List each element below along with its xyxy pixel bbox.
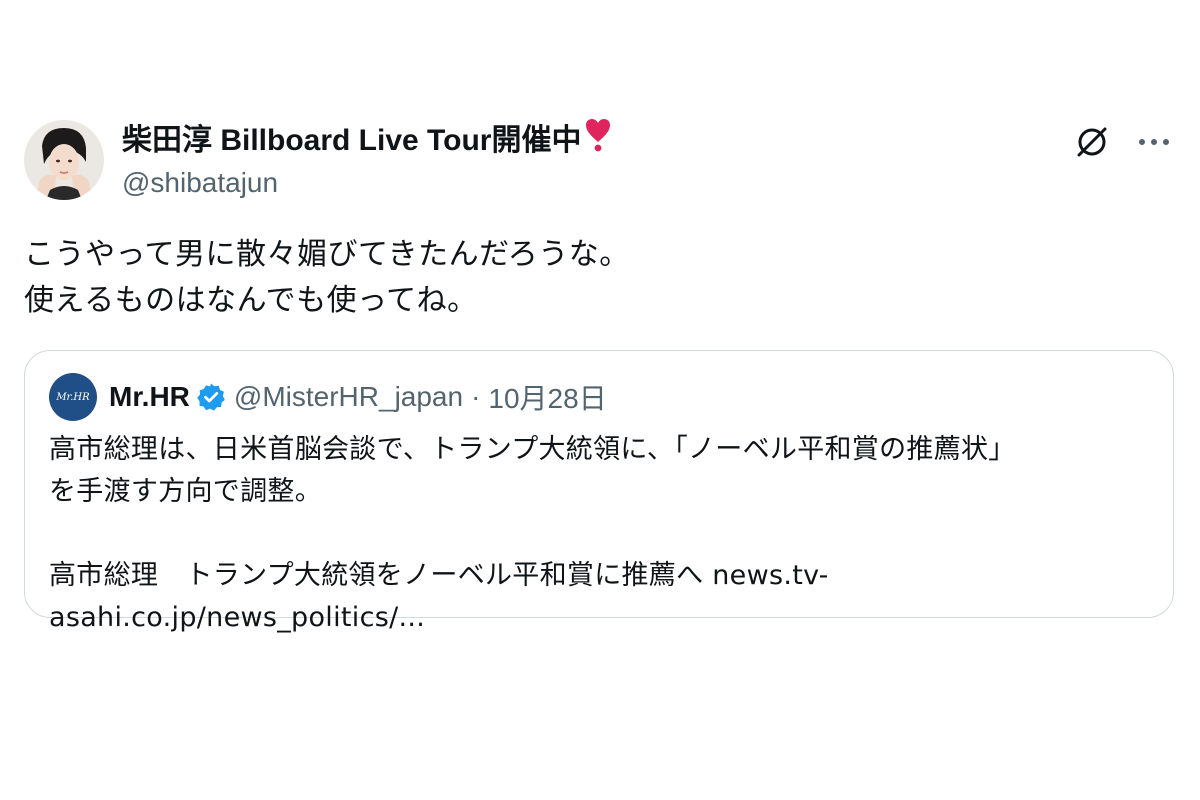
quoted-tweet-header: Mr.HR Mr.HR @MisterHR_japan · 10月28日 bbox=[49, 373, 1149, 421]
avatar[interactable] bbox=[24, 120, 104, 200]
tweet-page: 柴田淳 Billboard Live Tour開催中 @shibatajun こ… bbox=[0, 0, 1200, 800]
heart-exclamation-icon bbox=[585, 118, 611, 163]
tweet: 柴田淳 Billboard Live Tour開催中 @shibatajun こ… bbox=[24, 118, 1174, 633]
tweet-header: 柴田淳 Billboard Live Tour開催中 @shibatajun bbox=[24, 118, 1174, 202]
quoted-tweet-text: 高市総理は、日米首脳会談で、トランプ大統領に、「ノーベル平和賞の推薦状」 を手渡… bbox=[49, 434, 1016, 633]
more-icon[interactable] bbox=[1134, 122, 1174, 162]
quoted-tweet[interactable]: Mr.HR Mr.HR @MisterHR_japan · 10月28日 高市総… bbox=[24, 350, 1174, 633]
author-names: 柴田淳 Billboard Live Tour開催中 @shibatajun bbox=[122, 118, 611, 201]
quoted-date[interactable]: 10月28日 bbox=[488, 377, 606, 417]
tweet-actions bbox=[1072, 122, 1174, 162]
display-name-row[interactable]: 柴田淳 Billboard Live Tour開催中 bbox=[122, 118, 611, 163]
quoted-display-name[interactable]: Mr.HR bbox=[109, 381, 190, 413]
avatar-image bbox=[24, 120, 104, 200]
handle[interactable]: @shibatajun bbox=[122, 165, 611, 201]
quoted-handle[interactable]: @MisterHR_japan bbox=[234, 381, 463, 413]
display-name[interactable]: 柴田淳 Billboard Live Tour開催中 bbox=[122, 121, 581, 161]
verified-badge-icon bbox=[196, 382, 226, 412]
quoted-separator: · bbox=[471, 381, 481, 412]
tweet-text: こうやって男に散々媚びてきたんだろうな。 使えるものはなんでも使ってね。 bbox=[24, 237, 630, 318]
quoted-avatar[interactable]: Mr.HR bbox=[49, 373, 97, 421]
grok-icon[interactable] bbox=[1072, 122, 1112, 162]
